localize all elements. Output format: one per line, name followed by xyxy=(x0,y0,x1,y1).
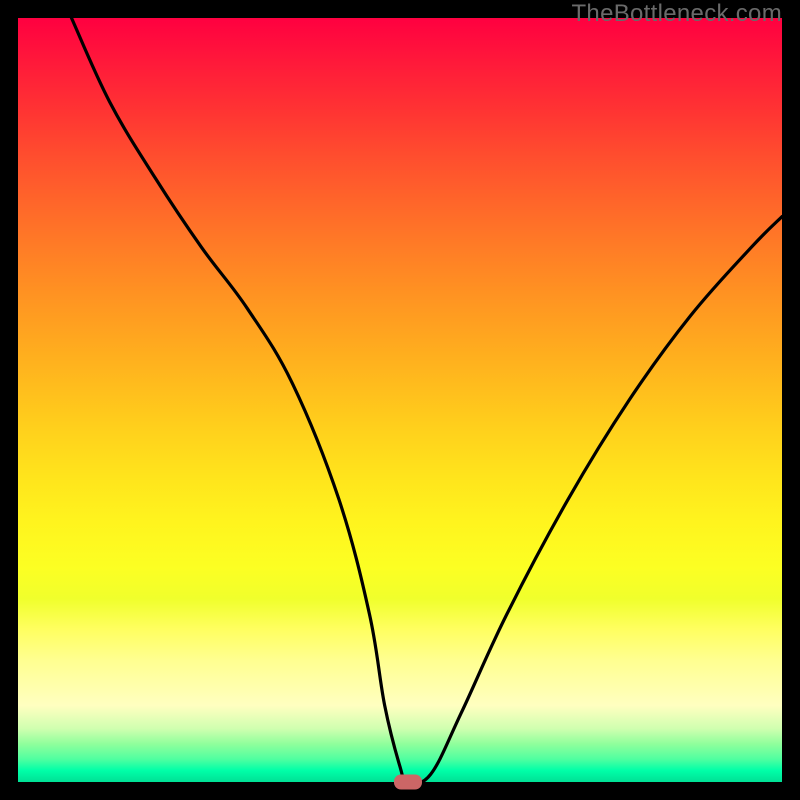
chart-container: TheBottleneck.com xyxy=(0,0,800,800)
optimal-point-marker xyxy=(394,775,422,790)
bottleneck-curve xyxy=(18,18,782,782)
plot-area xyxy=(18,18,782,782)
watermark-text: TheBottleneck.com xyxy=(571,0,782,28)
